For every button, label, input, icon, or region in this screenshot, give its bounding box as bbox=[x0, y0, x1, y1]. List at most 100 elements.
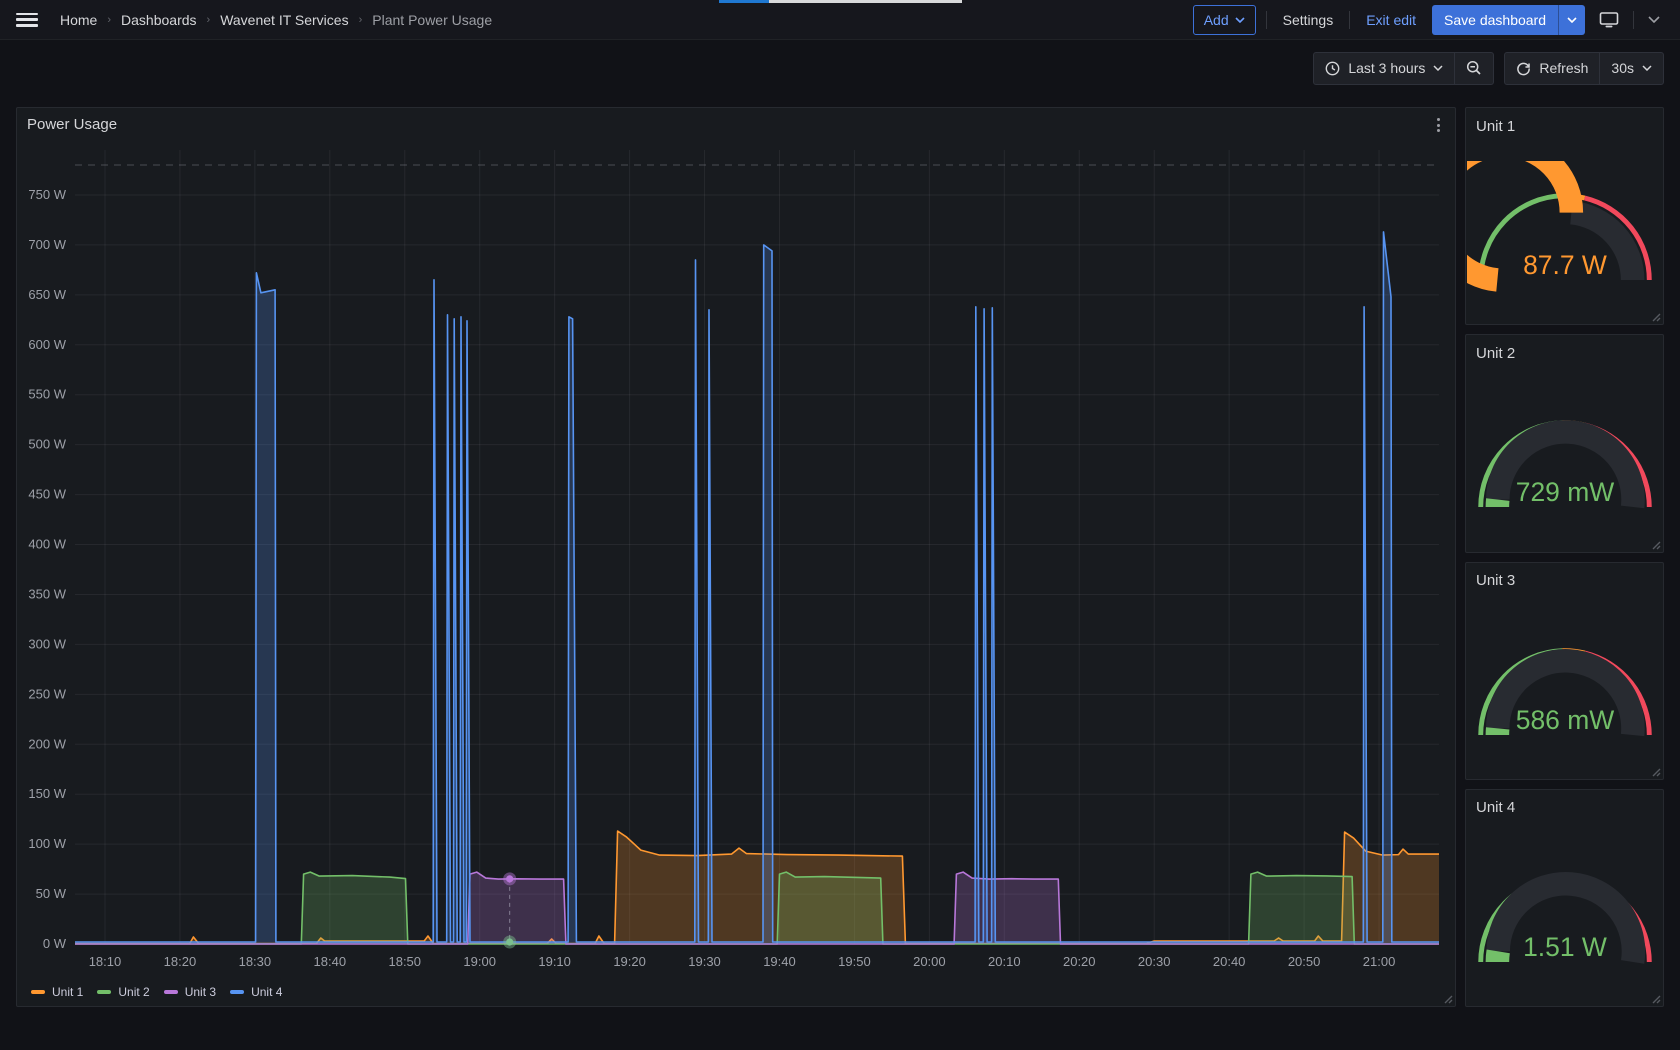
panel-header[interactable]: Unit 2 bbox=[1466, 335, 1663, 365]
panel-title: Unit 1 bbox=[1476, 118, 1515, 135]
divider bbox=[1633, 11, 1634, 29]
y-axis-label: 500 W bbox=[28, 437, 66, 452]
gauge-value-arc bbox=[1497, 951, 1498, 962]
y-axis-label: 550 W bbox=[28, 387, 66, 402]
unit2-gauge[interactable]: 729 mW bbox=[1467, 388, 1663, 524]
x-axis-label: 19:20 bbox=[613, 954, 646, 969]
panel-header[interactable]: Unit 4 bbox=[1466, 790, 1663, 820]
y-axis-label: 150 W bbox=[28, 786, 66, 801]
y-axis-label: 350 W bbox=[28, 587, 66, 602]
divider bbox=[1266, 11, 1267, 29]
gauge-value: 729 mW bbox=[1515, 477, 1614, 507]
x-axis-label: 20:30 bbox=[1138, 954, 1171, 969]
gauge-value: 586 mW bbox=[1515, 705, 1614, 735]
chart-legend: Unit 1 Unit 2 Unit 3 Unit 4 bbox=[17, 983, 1455, 1006]
refresh-icon bbox=[1516, 61, 1531, 76]
refresh-interval-picker[interactable]: 30s bbox=[1600, 53, 1663, 84]
x-axis-label: 20:20 bbox=[1063, 954, 1096, 969]
power-usage-chart[interactable]: 0 W50 W100 W150 W200 W250 W300 W350 W400… bbox=[23, 136, 1449, 978]
top-nav-bar: Home › Dashboards › Wavenet IT Services … bbox=[0, 0, 1680, 40]
x-axis-label: 18:10 bbox=[89, 954, 122, 969]
legend-label: Unit 2 bbox=[118, 985, 149, 999]
breadcrumb-current-dashboard: Plant Power Usage bbox=[372, 12, 492, 28]
dashboard-grid: Power Usage 0 W50 W100 W150 W200 W250 W3… bbox=[0, 96, 1680, 1010]
panel-resize-handle[interactable] bbox=[1442, 993, 1453, 1004]
series-line-unit-4 bbox=[75, 232, 1439, 942]
legend-label: Unit 4 bbox=[251, 985, 282, 999]
x-axis-label: 19:30 bbox=[688, 954, 721, 969]
unit1-gauge[interactable]: 87.7 W bbox=[1467, 161, 1663, 297]
save-options-chevron[interactable] bbox=[1559, 5, 1585, 35]
legend-item-unit-1[interactable]: Unit 1 bbox=[31, 985, 83, 999]
x-axis-label: 21:00 bbox=[1363, 954, 1396, 969]
panel-resize-handle[interactable] bbox=[1650, 539, 1661, 550]
menu-icon[interactable] bbox=[16, 13, 38, 27]
x-axis-label: 20:50 bbox=[1288, 954, 1321, 969]
chevron-right-icon: › bbox=[107, 14, 111, 26]
panel-resize-handle[interactable] bbox=[1650, 993, 1661, 1004]
add-button[interactable]: Add bbox=[1193, 5, 1256, 35]
x-axis-label: 19:50 bbox=[838, 954, 871, 969]
legend-swatch bbox=[97, 990, 111, 994]
y-axis-label: 50 W bbox=[36, 886, 67, 901]
y-axis-label: 700 W bbox=[28, 237, 66, 252]
refresh-label: Refresh bbox=[1539, 60, 1588, 76]
x-axis-label: 18:50 bbox=[388, 954, 421, 969]
series-fill-unit-4 bbox=[75, 232, 1439, 944]
unit4-gauge-panel: Unit 4 1.51 W bbox=[1465, 789, 1664, 1007]
save-dashboard-button[interactable]: Save dashboard bbox=[1432, 5, 1585, 35]
legend-swatch bbox=[31, 990, 45, 994]
legend-label: Unit 3 bbox=[185, 985, 216, 999]
unit3-gauge[interactable]: 586 mW bbox=[1467, 616, 1663, 752]
x-axis-label: 20:10 bbox=[988, 954, 1021, 969]
legend-item-unit-4[interactable]: Unit 4 bbox=[230, 985, 282, 999]
series-fill-unit-1 bbox=[75, 831, 1439, 944]
refresh-button[interactable]: Refresh bbox=[1505, 53, 1599, 84]
breadcrumb-dashboards[interactable]: Dashboards bbox=[121, 12, 197, 28]
time-range-picker[interactable]: Last 3 hours bbox=[1314, 53, 1454, 84]
breadcrumb-folder[interactable]: Wavenet IT Services bbox=[220, 12, 348, 28]
panel-header[interactable]: Unit 3 bbox=[1466, 563, 1663, 593]
tv-icon bbox=[1599, 11, 1619, 29]
add-button-label: Add bbox=[1204, 12, 1229, 28]
save-dashboard-label: Save dashboard bbox=[1432, 5, 1558, 35]
legend-swatch bbox=[164, 990, 178, 994]
x-axis-label: 18:30 bbox=[239, 954, 272, 969]
exit-edit-button[interactable]: Exit edit bbox=[1360, 12, 1422, 28]
magnifier-minus-icon bbox=[1466, 60, 1482, 76]
tv-mode-button[interactable] bbox=[1595, 11, 1623, 29]
gauge-column: Unit 1 87.7 W Unit 2 729 mW Unit 3 586 m… bbox=[1465, 107, 1664, 1007]
chevron-down-icon bbox=[1648, 16, 1660, 23]
y-axis-label: 650 W bbox=[28, 287, 66, 302]
panel-header[interactable]: Unit 1 bbox=[1466, 108, 1663, 138]
clock-icon bbox=[1325, 61, 1340, 76]
panel-resize-handle[interactable] bbox=[1650, 311, 1661, 322]
unit4-gauge[interactable]: 1.51 W bbox=[1467, 843, 1663, 979]
y-axis-label: 600 W bbox=[28, 337, 66, 352]
refresh-group: Refresh 30s bbox=[1504, 52, 1664, 85]
zoom-out-time-button[interactable] bbox=[1455, 53, 1493, 84]
panel-title: Unit 2 bbox=[1476, 345, 1515, 362]
legend-swatch bbox=[230, 990, 244, 994]
chevron-down-icon bbox=[1642, 65, 1652, 71]
x-axis-label: 19:40 bbox=[763, 954, 796, 969]
panel-header[interactable]: Power Usage bbox=[17, 108, 1455, 134]
collapse-nav-button[interactable] bbox=[1644, 16, 1664, 23]
panel-resize-handle[interactable] bbox=[1650, 766, 1661, 777]
unit2-gauge-panel: Unit 2 729 mW bbox=[1465, 334, 1664, 552]
chevron-right-icon: › bbox=[207, 14, 211, 26]
y-axis-label: 100 W bbox=[28, 836, 66, 851]
legend-item-unit-2[interactable]: Unit 2 bbox=[97, 985, 149, 999]
settings-button[interactable]: Settings bbox=[1277, 12, 1340, 28]
chevron-down-icon bbox=[1567, 17, 1577, 23]
y-axis-label: 450 W bbox=[28, 487, 66, 502]
y-axis-label: 200 W bbox=[28, 736, 66, 751]
panel-menu-icon[interactable] bbox=[1429, 116, 1447, 134]
legend-item-unit-3[interactable]: Unit 3 bbox=[164, 985, 216, 999]
loading-bar-progress bbox=[719, 0, 769, 3]
hover-point bbox=[506, 939, 513, 946]
y-axis-label: 250 W bbox=[28, 687, 66, 702]
time-controls-bar: Last 3 hours Refresh 30s bbox=[0, 40, 1680, 96]
panel-title: Power Usage bbox=[27, 116, 117, 133]
breadcrumb-home[interactable]: Home bbox=[60, 12, 97, 28]
